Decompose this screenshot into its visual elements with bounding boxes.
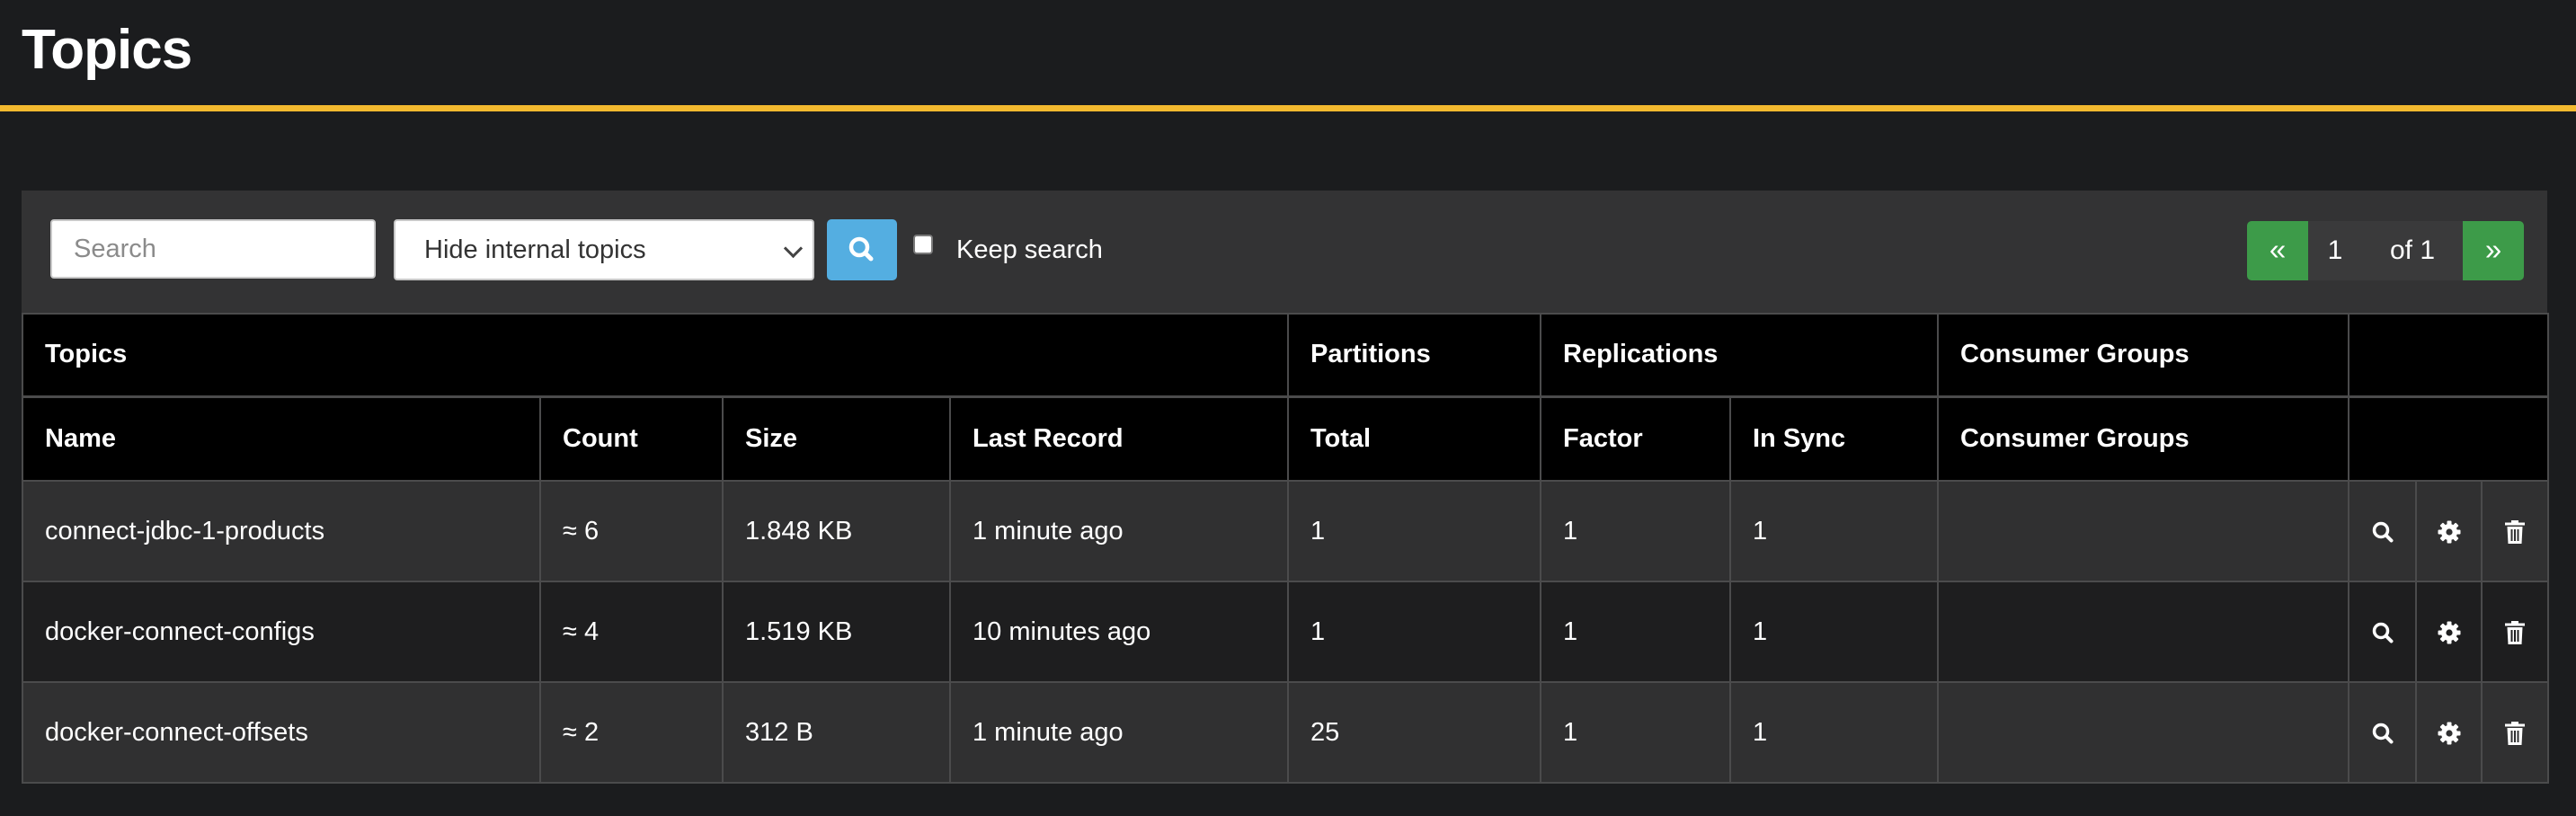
group-header-topics: Topics bbox=[22, 313, 1289, 397]
column-header-total: Total bbox=[1287, 395, 1541, 482]
topic-filter-select[interactable]: Hide internal topics bbox=[394, 219, 814, 280]
column-header-consumer-groups: Consumer Groups bbox=[1937, 395, 2349, 482]
delete-topic-button[interactable] bbox=[2480, 581, 2550, 683]
topic-name[interactable]: connect-jdbc-1-products bbox=[22, 480, 541, 582]
gear-icon bbox=[2438, 722, 2460, 745]
topic-consumer-groups bbox=[1937, 581, 2349, 683]
pagination: « 1 of 1 » bbox=[2247, 221, 2524, 280]
topic-last-record: 10 minutes ago bbox=[949, 581, 1289, 683]
trash-icon bbox=[2505, 721, 2526, 745]
topic-count: ≈ 6 bbox=[539, 480, 724, 582]
keep-search-label: Keep search bbox=[956, 235, 1103, 264]
column-header-actions bbox=[2347, 395, 2550, 482]
group-header-actions bbox=[2347, 313, 2550, 397]
topic-in-sync: 1 bbox=[1729, 581, 1939, 683]
search-icon bbox=[2372, 723, 2393, 744]
topic-config-button[interactable] bbox=[2415, 581, 2483, 683]
topic-replication-factor: 1 bbox=[1540, 581, 1731, 683]
topic-consumer-groups bbox=[1937, 681, 2349, 784]
gear-icon bbox=[2438, 520, 2460, 544]
search-input[interactable] bbox=[50, 219, 376, 279]
pagination-next-button[interactable]: » bbox=[2463, 221, 2524, 280]
group-header-consumer-groups: Consumer Groups bbox=[1937, 313, 2349, 397]
pagination-prev-button[interactable]: « bbox=[2247, 221, 2308, 280]
topics-table: Topics Partitions Replications Consumer … bbox=[22, 313, 2550, 784]
topic-name[interactable]: docker-connect-offsets bbox=[22, 681, 541, 784]
topic-last-record: 1 minute ago bbox=[949, 681, 1289, 784]
topic-config-button[interactable] bbox=[2415, 480, 2483, 582]
topic-size: 1.519 KB bbox=[722, 581, 951, 683]
view-topic-button[interactable] bbox=[2348, 581, 2417, 683]
topic-size: 312 B bbox=[722, 681, 951, 784]
column-header-last-record: Last Record bbox=[949, 395, 1289, 482]
topic-name[interactable]: docker-connect-configs bbox=[22, 581, 541, 683]
topic-replication-factor: 1 bbox=[1540, 681, 1731, 784]
view-topic-button[interactable] bbox=[2348, 681, 2417, 784]
view-topic-button[interactable] bbox=[2348, 480, 2417, 582]
topic-consumer-groups bbox=[1937, 480, 2349, 582]
column-header-name: Name bbox=[22, 395, 541, 482]
group-header-partitions: Partitions bbox=[1287, 313, 1541, 397]
search-icon bbox=[848, 236, 874, 262]
trash-icon bbox=[2505, 620, 2526, 644]
chevron-down-icon bbox=[783, 238, 804, 259]
topic-count: ≈ 2 bbox=[539, 681, 724, 784]
table-column-header-row: Name Count Size Last Record Total Factor… bbox=[22, 395, 2550, 482]
pagination-current-page[interactable]: 1 bbox=[2308, 221, 2362, 280]
page-title: Topics bbox=[22, 19, 192, 81]
trash-icon bbox=[2505, 519, 2526, 544]
topic-in-sync: 1 bbox=[1729, 681, 1939, 784]
topic-last-record: 1 minute ago bbox=[949, 480, 1289, 582]
topic-partitions-total: 1 bbox=[1287, 480, 1541, 582]
column-header-count: Count bbox=[539, 395, 724, 482]
gear-icon bbox=[2438, 621, 2460, 644]
topic-filter-selected: Hide internal topics bbox=[424, 235, 646, 264]
topic-replication-factor: 1 bbox=[1540, 480, 1731, 582]
topic-count: ≈ 4 bbox=[539, 581, 724, 683]
topic-partitions-total: 1 bbox=[1287, 581, 1541, 683]
topic-config-button[interactable] bbox=[2415, 681, 2483, 784]
column-header-factor: Factor bbox=[1540, 395, 1731, 482]
topic-partitions-total: 25 bbox=[1287, 681, 1541, 784]
topics-panel: Hide internal topics Keep search « 1 of … bbox=[22, 191, 2550, 784]
column-header-in-sync: In Sync bbox=[1729, 395, 1939, 482]
group-header-replications: Replications bbox=[1540, 313, 1939, 397]
topic-in-sync: 1 bbox=[1729, 480, 1939, 582]
search-icon bbox=[2372, 521, 2393, 543]
column-header-size: Size bbox=[722, 395, 951, 482]
toolbar: Hide internal topics Keep search « 1 of … bbox=[22, 191, 2547, 313]
keep-search-checkbox[interactable] bbox=[913, 235, 933, 254]
table-group-header-row: Topics Partitions Replications Consumer … bbox=[22, 313, 2550, 397]
table-row[interactable]: connect-jdbc-1-products ≈ 6 1.848 KB 1 m… bbox=[22, 480, 2550, 582]
topic-size: 1.848 KB bbox=[722, 480, 951, 582]
search-button[interactable] bbox=[827, 219, 897, 280]
delete-topic-button[interactable] bbox=[2480, 480, 2550, 582]
table-row[interactable]: docker-connect-offsets ≈ 2 312 B 1 minut… bbox=[22, 681, 2550, 784]
delete-topic-button[interactable] bbox=[2480, 681, 2550, 784]
search-icon bbox=[2372, 622, 2393, 643]
table-row[interactable]: docker-connect-configs ≈ 4 1.519 KB 10 m… bbox=[22, 581, 2550, 683]
page-header: Topics bbox=[0, 0, 2576, 111]
pagination-page-count: of 1 bbox=[2362, 221, 2463, 280]
